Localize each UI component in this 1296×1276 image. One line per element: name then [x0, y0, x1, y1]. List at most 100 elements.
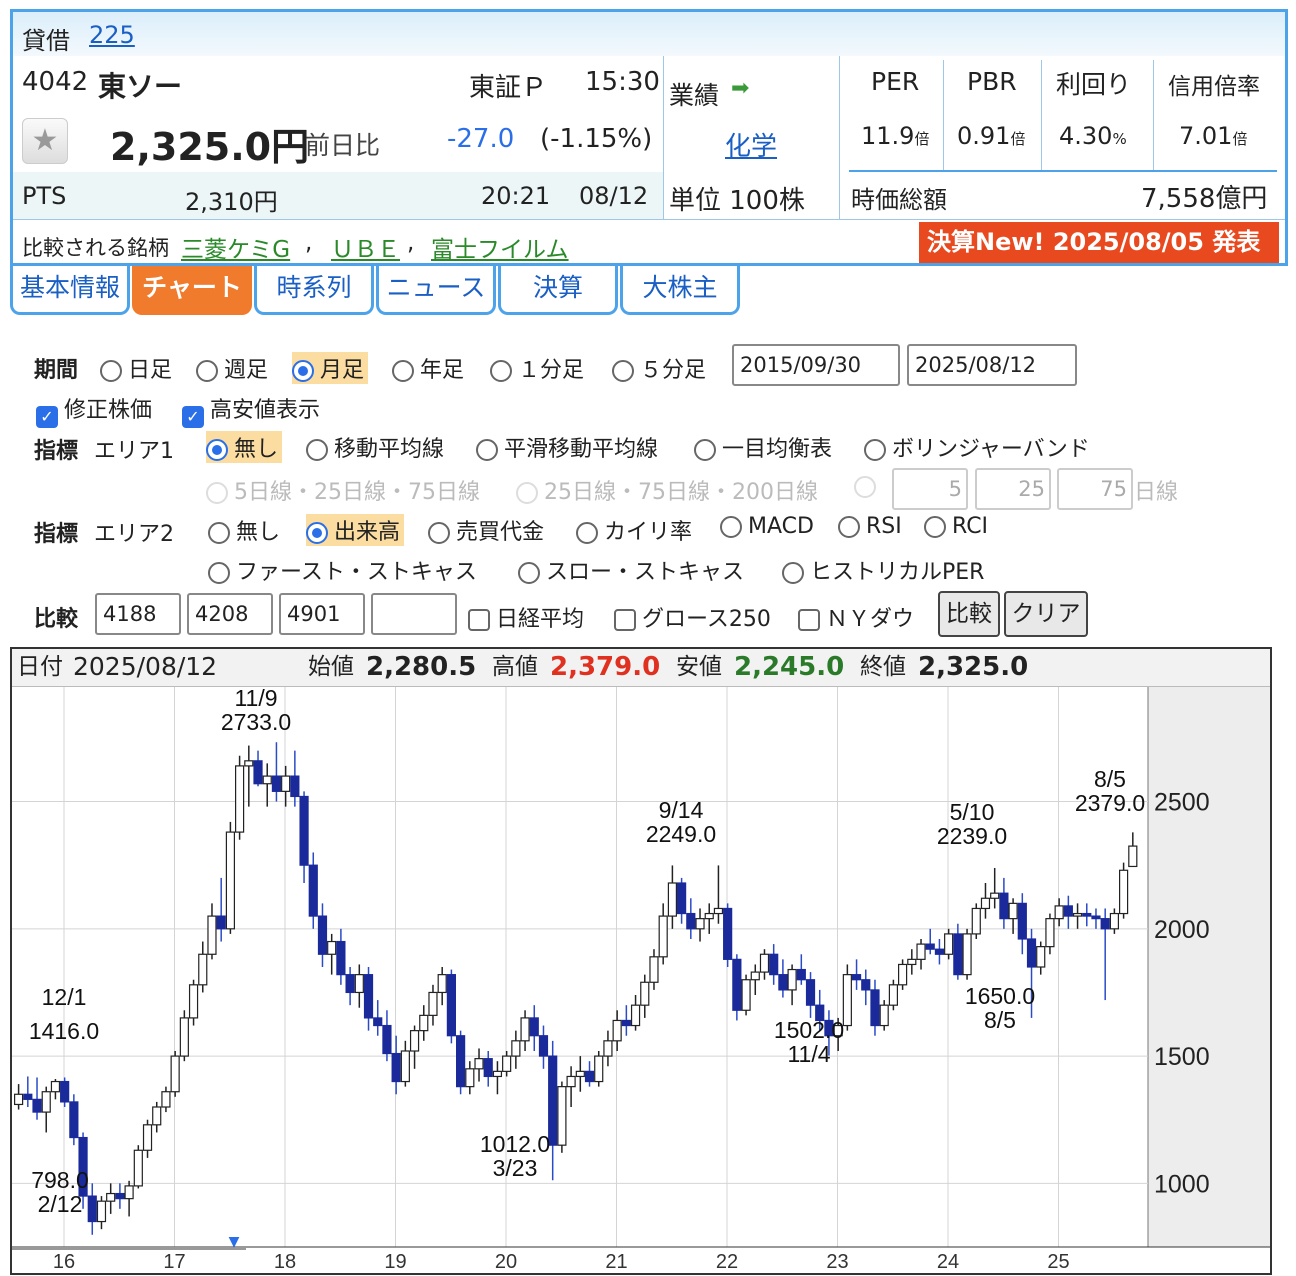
area2-macd[interactable]: MACD: [720, 514, 814, 539]
date-to-input[interactable]: 2025/08/12: [907, 344, 1077, 386]
candle: [299, 795, 309, 866]
peer-label: 比較される銘柄: [22, 236, 169, 260]
candle: [502, 1055, 512, 1072]
x-tick-label: 20: [495, 1251, 517, 1273]
tab-basic[interactable]: 基本情報: [10, 266, 130, 315]
extreme-label: 2239.0: [937, 823, 1007, 849]
market-cap-label: 時価総額: [851, 186, 947, 214]
candle: [437, 974, 447, 994]
sector-link[interactable]: 化学: [725, 126, 777, 163]
area2-none[interactable]: 無し: [208, 514, 280, 546]
candle: [207, 915, 217, 955]
candle: [520, 1017, 530, 1042]
nydow-checkbox[interactable]: ＮＹダウ: [798, 601, 914, 633]
candle: [557, 1086, 567, 1146]
y-tick-label: 1500: [1154, 1043, 1210, 1071]
extreme-label: 798.0: [31, 1167, 89, 1193]
adjusted-price-checkbox[interactable]: ✓ 修正株価: [36, 392, 152, 428]
period-5min[interactable]: ５分足: [612, 352, 706, 384]
candle: [723, 907, 733, 960]
candle: [409, 1030, 420, 1052]
highlow-checkbox[interactable]: ✓ 高安値表示: [182, 392, 320, 428]
extreme-label: 8/5: [1094, 766, 1126, 792]
period-weekly[interactable]: 週足: [196, 352, 268, 384]
peer-link-3[interactable]: 富士フイルム: [431, 230, 569, 264]
candle: [363, 974, 374, 1019]
area2-hist-per[interactable]: ヒストリカルPER: [782, 554, 984, 586]
price-chart: 日付 2025/08/12 始値 2,280.5 高値 2,379.0 安値 2…: [10, 647, 1272, 1275]
candlestick-plot[interactable]: 16 17 18 19 20 21 22 23 24 25 1000 1500 2000 2500 ▼ 12/…: [12, 687, 1270, 1273]
candle: [944, 933, 954, 955]
period-yearly[interactable]: 年足: [392, 352, 464, 384]
x-tick-label: 23: [826, 1251, 848, 1273]
price-axis-panel: [1148, 687, 1270, 1247]
current-price: 2,325.0円: [110, 125, 310, 169]
ohlc-open: 2,280.5: [366, 652, 477, 682]
date-from-input[interactable]: 2015/09/30: [732, 344, 900, 386]
area2-fast-stoch[interactable]: ファースト・ストキャス: [208, 554, 477, 586]
area2-turnover[interactable]: 売買代金: [428, 514, 544, 546]
candle: [686, 912, 696, 930]
extreme-label: 1650.0: [965, 983, 1035, 1009]
area2-rci[interactable]: RCI: [924, 514, 988, 539]
extreme-label: 1416.0: [29, 1018, 99, 1044]
period-1min[interactable]: １分足: [490, 352, 584, 384]
extreme-label: 2/12: [38, 1191, 83, 1217]
candle: [667, 882, 677, 917]
y-tick-label: 2000: [1154, 916, 1210, 944]
candle: [465, 1068, 475, 1088]
candle: [1045, 918, 1055, 948]
margin-ratio-label: 信用倍率: [1168, 74, 1260, 100]
area2-slow-stoch[interactable]: スロー・ストキャス: [518, 554, 744, 586]
area2-volume[interactable]: 出来高: [306, 514, 405, 546]
area1-ma[interactable]: 移動平均線: [306, 431, 444, 463]
arrow-right-icon[interactable]: ➡: [731, 76, 749, 101]
index-link[interactable]: 225: [89, 21, 135, 49]
peer-link-1[interactable]: 三菱ケミG: [181, 230, 290, 264]
area1-none[interactable]: 無し: [206, 431, 283, 463]
compare-button[interactable]: 比較: [938, 591, 1000, 637]
candle: [861, 979, 871, 991]
tab-earnings[interactable]: 決算: [498, 266, 618, 315]
period-monthly[interactable]: 月足: [292, 352, 369, 384]
favorite-star-icon[interactable]: ★: [22, 118, 68, 164]
candle: [87, 1195, 97, 1223]
compare-input-3[interactable]: 4901: [279, 593, 365, 635]
tab-shareholders[interactable]: 大株主: [620, 266, 740, 315]
candle: [1026, 938, 1037, 968]
growth250-checkbox[interactable]: グロース250: [614, 601, 771, 633]
compare-input-1[interactable]: 4188: [95, 593, 181, 635]
candle: [354, 974, 364, 994]
candle: [216, 915, 226, 930]
area1-label: エリア1: [94, 439, 174, 464]
tab-timeseries[interactable]: 時系列: [254, 266, 374, 315]
area2-deviation[interactable]: カイリ率: [576, 514, 692, 546]
period-daily[interactable]: 日足: [100, 352, 172, 384]
indicator-label-2: 指標: [34, 522, 79, 547]
candle: [778, 974, 788, 991]
area1-ema[interactable]: 平滑移動平均線: [476, 431, 658, 463]
nikkei-checkbox[interactable]: 日経平均: [468, 601, 584, 633]
tab-news[interactable]: ニュース: [376, 266, 496, 315]
performance-label: 業績: [669, 81, 720, 110]
extreme-label: 11/4: [787, 1041, 830, 1067]
market-cap: 7,558億円: [1141, 184, 1268, 214]
candle: [428, 991, 438, 1016]
candle: [916, 943, 926, 960]
compare-input-2[interactable]: 4208: [187, 593, 273, 635]
candle: [391, 1052, 401, 1083]
area1-bollinger[interactable]: ボリンジャーバンド: [864, 431, 1090, 463]
tab-chart[interactable]: チャート: [132, 266, 252, 315]
area1-ichimoku[interactable]: 一目均衡表: [694, 431, 832, 463]
candle: [382, 1024, 392, 1055]
pts-date: 08/12: [579, 182, 649, 210]
clear-button[interactable]: クリア: [1004, 591, 1088, 637]
candle: [179, 1017, 189, 1057]
area2-rsi[interactable]: RSI: [838, 514, 902, 539]
candle: [879, 1004, 889, 1027]
candle: [750, 971, 760, 981]
candle: [290, 775, 300, 798]
compare-input-4[interactable]: [371, 593, 457, 635]
earnings-badge[interactable]: 決算New! 2025/08/05 発表: [919, 222, 1279, 263]
peer-link-2[interactable]: ＵＢＥ: [331, 230, 400, 264]
